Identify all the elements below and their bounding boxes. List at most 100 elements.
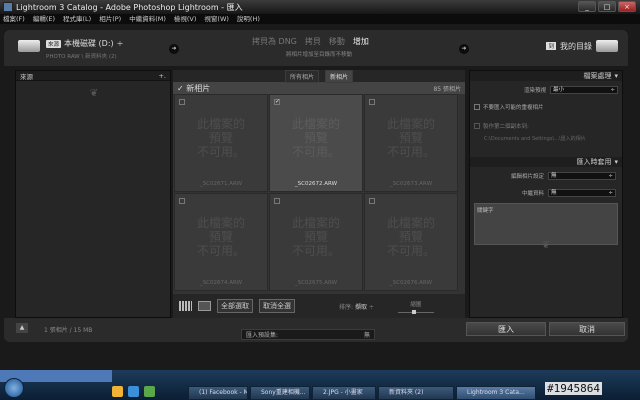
menu-library[interactable]: 程式庫(L) (63, 14, 91, 24)
quicklaunch-icon[interactable] (128, 386, 139, 397)
slider-handle[interactable] (411, 309, 416, 314)
metadata-select[interactable]: 無 ÷ (548, 188, 616, 197)
sort-control[interactable]: 排序: 擷取 ÷ (339, 302, 374, 311)
close-button[interactable]: × (618, 1, 636, 12)
source-name[interactable]: 本機磁碟 (D:) (64, 38, 114, 49)
taskbar-item[interactable]: Sony重建相機... (250, 386, 310, 400)
drive-icon (18, 40, 40, 52)
thumbnail-size-label: 縮圖 (410, 301, 422, 308)
menu-file[interactable]: 檔案(F) (3, 14, 25, 24)
cancel-button[interactable]: 取消 (549, 322, 625, 336)
include-checkbox[interactable] (369, 198, 375, 204)
photo-count: 85 張相片 (433, 85, 461, 93)
second-copy-checkbox[interactable] (474, 122, 480, 129)
destination-badge: 到 (546, 42, 556, 50)
taskbar-item[interactable]: (1) Facebook - M... (188, 386, 248, 400)
menu-view[interactable]: 檢視(V) (174, 14, 197, 24)
taskbar-item[interactable]: Lightroom 3 Cata... (456, 386, 536, 400)
menu-metadata[interactable]: 中繼資料(M) (129, 14, 166, 24)
panel-ornament-icon: ❦ (89, 88, 99, 99)
dupes-checkbox[interactable] (474, 103, 480, 110)
render-previews-select[interactable]: 最小 ÷ (550, 85, 618, 94)
destination-selector[interactable]: 到 我的目錄 (546, 40, 618, 52)
collapse-icon[interactable]: ▾ (614, 72, 618, 80)
section-title: 新相片 (186, 83, 211, 93)
menu-photo[interactable]: 相片(P) (99, 14, 121, 24)
mode-move[interactable]: 移動 (329, 36, 345, 47)
source-dropdown-icon[interactable]: ÷ (117, 39, 124, 48)
dupes-row[interactable]: 不要匯入可能的重複相片 (470, 100, 622, 113)
include-checkbox[interactable] (179, 99, 185, 105)
sort-dropdown-icon[interactable]: ÷ (369, 304, 374, 311)
mode-copy[interactable]: 拷貝 (305, 36, 321, 47)
develop-settings-select[interactable]: 無 ÷ (548, 171, 616, 180)
include-checkbox[interactable] (369, 99, 375, 105)
section-header[interactable]: ✓ 新相片 85 張相片 (173, 82, 465, 94)
start-button[interactable] (4, 378, 24, 398)
settings-panel: 檔案處理 ▾ 渲染預視 最小 ÷ 不要匯入可能的重複相片 製作第二個副本到: C:… (469, 70, 623, 318)
check-all-button[interactable]: 全部選取 (217, 299, 253, 313)
quicklaunch-icon[interactable] (144, 386, 155, 397)
source-panel-title: 來源 (20, 72, 33, 81)
source-path: PHOTO RAW \ 新資料夾 (2) (46, 54, 117, 60)
thumbnail-size-slider[interactable] (397, 309, 434, 314)
watermark: #1945864 (545, 382, 602, 395)
second-copy-row[interactable]: 製作第二個副本到: (470, 119, 622, 132)
expand-toggle-icon[interactable]: ▲ (16, 323, 28, 333)
grid-toolbar: 全部選取 取消全選 排序: 擷取 ÷ 縮圖 (173, 294, 465, 318)
preview-unavailable-text: 此檔案的 預覽 不可用。 (196, 216, 245, 258)
thumbnail-cell[interactable]: 此檔案的 預覽 不可用。 _SC02675.ARW (269, 193, 363, 291)
metadata-label: 中繼資料 (521, 190, 544, 197)
thumbnail-cell[interactable]: 此檔案的 預覽 不可用。 _SC02673.ARW (364, 94, 458, 192)
window-title: Lightroom 3 Catalog - Adobe Photoshop Li… (16, 2, 243, 12)
include-checkbox[interactable] (274, 198, 280, 204)
file-handling-header[interactable]: 檔案處理 ▾ (470, 71, 622, 81)
mode-copy-dng[interactable]: 拷貝為 DNG (252, 36, 297, 47)
source-selector[interactable]: 來源 本機磁碟 (D:) ÷ PHOTO RAW \ 新資料夾 (2) (18, 38, 123, 60)
source-badge: 來源 (46, 39, 62, 48)
catalog-icon (596, 40, 618, 52)
taskbar-item[interactable]: 2.JPG - 小畫家 (312, 386, 376, 400)
mode-add[interactable]: 增加 (353, 36, 369, 47)
tab-new-photos[interactable]: 新相片 (325, 69, 354, 83)
thumbnail-cell[interactable]: 此檔案的 預覽 不可用。 _SC02674.ARW (174, 193, 268, 291)
quicklaunch-icon[interactable] (112, 386, 123, 397)
menu-window[interactable]: 視窗(W) (204, 14, 229, 24)
menu-help[interactable]: 說明(H) (237, 14, 260, 24)
maximize-button[interactable]: □ (598, 1, 616, 12)
taskbar-item[interactable]: 新資料夾 (2) (378, 386, 454, 400)
preset-label: 匯入預設集: (246, 332, 279, 339)
filter-tabs: 所有相片 新相片 (173, 69, 465, 83)
second-copy-path[interactable]: C:\Documents and Settings\...\匯入的相片 (470, 132, 622, 145)
preview-unavailable-text: 此檔案的 預覽 不可用。 (291, 216, 340, 258)
loupe-view-icon[interactable] (198, 301, 211, 311)
minimize-button[interactable]: _ (578, 1, 596, 12)
import-preset-select[interactable]: 匯入預設集: 無 (241, 329, 375, 340)
import-header: 來源 本機磁碟 (D:) ÷ PHOTO RAW \ 新資料夾 (2) ➜ 拷貝… (4, 30, 628, 66)
tab-all-photos[interactable]: 所有相片 (284, 69, 319, 83)
add-source-icon[interactable]: +. (158, 72, 166, 80)
arrow-right-icon: ➜ (169, 44, 179, 54)
metadata-row: 中繼資料 無 ÷ (470, 186, 622, 199)
thumbnail-cell[interactable]: 此檔案的 預覽 不可用。 _SC02676.ARW (364, 193, 458, 291)
destination-name[interactable]: 我的目錄 (560, 41, 592, 52)
source-panel-header[interactable]: 來源 +. (16, 71, 170, 81)
collapse-icon[interactable]: ▾ (614, 158, 618, 166)
window-controls: _ □ × (578, 1, 636, 12)
render-previews-row: 渲染預視 最小 ÷ (470, 83, 622, 96)
thumbnail-cell[interactable]: 此檔案的 預覽 不可用。 _SC02671.ARW (174, 94, 268, 192)
menu-edit[interactable]: 編輯(E) (33, 14, 55, 24)
include-checkbox[interactable] (179, 198, 185, 204)
sort-label: 排序: (339, 303, 354, 311)
import-button[interactable]: 匯入 (466, 322, 546, 336)
thumbnail-filename: _SC02673.ARW (389, 181, 433, 187)
sort-value[interactable]: 擷取 (355, 304, 367, 311)
apply-during-import-header[interactable]: 匯入時套用 ▾ (470, 157, 622, 167)
import-footer: ▲ 1 張相片 / 15 MB 匯入預設集: 無 匯入 取消 (4, 318, 628, 342)
thumbnail-cell[interactable]: ✓ 此檔案的 預覽 不可用。 _SC02672.ARW (269, 94, 363, 192)
grid-view-icon[interactable] (179, 301, 192, 311)
preview-unavailable-text: 此檔案的 預覽 不可用。 (291, 117, 340, 159)
thumbnail-filename: _SC02671.ARW (199, 181, 243, 187)
include-checkbox[interactable]: ✓ (274, 99, 280, 105)
uncheck-all-button[interactable]: 取消全選 (259, 299, 295, 313)
